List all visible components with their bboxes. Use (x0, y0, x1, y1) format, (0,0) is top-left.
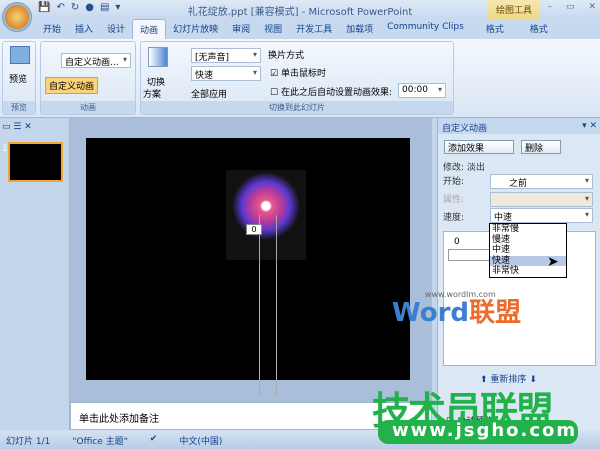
undo-icon[interactable]: ↶ (56, 2, 64, 17)
quick-access-toolbar: 💾 ↶ ↻ ● ▤ ▾ (38, 2, 120, 17)
pane-title: 自定义动画 ▾ ✕ (438, 118, 600, 134)
group-transition: 切换 方案 [无声音] 快速 全部应用 换片方式 ☑ 单击鼠标时 ☐ 在此之后自… (140, 41, 454, 115)
tab-design[interactable]: 设计 (100, 19, 132, 39)
advance-slide-title: 换片方式 (268, 51, 305, 61)
record-icon[interactable]: ● (85, 2, 94, 17)
context-tab-drawing-tools: 绘图工具 (488, 0, 540, 19)
on-click-label: 单击鼠标时 (280, 69, 326, 79)
motion-path (259, 215, 260, 397)
redo-icon[interactable]: ↻ (71, 2, 79, 17)
start-select[interactable]: 之前 (490, 174, 593, 189)
theme-indicator: "Office 主题" (72, 437, 128, 447)
ribbon-tabs: 开始 插入 设计 动画 幻灯片放映 审阅 视图 开发工具 加载项 Communi… (0, 19, 600, 39)
tab-format-drawing[interactable]: 格式 (479, 19, 511, 39)
speed-label: 速度: (443, 213, 465, 223)
speed-option[interactable]: 非常慢 (490, 224, 566, 235)
maximize-button[interactable]: ▭ (566, 2, 575, 12)
pane-close-icon[interactable]: ▾ ✕ (582, 121, 597, 131)
customize-icon[interactable]: ▾ (115, 2, 120, 17)
preview-icon (10, 46, 30, 64)
close-button[interactable]: ✕ (588, 2, 596, 12)
add-effect-button[interactable]: 添加效果 (444, 140, 514, 154)
speed-combo[interactable]: 快速 (191, 66, 261, 81)
slide-thumbnail[interactable] (8, 142, 63, 182)
tab-review[interactable]: 审阅 (225, 19, 257, 39)
group-animation: 自定义动画... 自定义动画 动画 (40, 41, 136, 115)
watermark-logo-text: 联盟 (469, 298, 522, 328)
time-spinner[interactable]: 00:00 (398, 83, 446, 98)
tab-view[interactable]: 视图 (257, 19, 289, 39)
list-item-number: 0 (454, 237, 460, 247)
tab-home[interactable]: 开始 (36, 19, 68, 39)
tab-format[interactable]: 格式 (523, 19, 555, 39)
speed-option[interactable]: 慢速 (490, 235, 566, 246)
watermark-url: www.jsgho.com (378, 420, 578, 444)
group-label: 动画 (41, 101, 135, 114)
tab-developer[interactable]: 开发工具 (289, 19, 339, 39)
sound-combo[interactable]: [无声音] (191, 48, 261, 63)
language-indicator: 中文(中国) (179, 437, 223, 447)
slide-number: 1 (2, 144, 8, 154)
custom-animation-button[interactable]: 自定义动画 (45, 77, 99, 94)
speed-select[interactable]: 中速 (490, 208, 593, 223)
transition-scheme-button-label[interactable]: 方案 (143, 87, 161, 100)
group-label: 预览 (3, 101, 35, 114)
tab-addins[interactable]: 加载项 (339, 19, 380, 39)
start-label: 开始: (443, 177, 465, 187)
save-icon[interactable]: 💾 (38, 2, 50, 17)
watermark-logo-text: Word (392, 298, 470, 328)
tab-slideshow[interactable]: 幻灯片放映 (166, 19, 225, 39)
pane-title-text: 自定义动画 (442, 124, 488, 134)
transition-scheme-icon (148, 47, 168, 67)
firework-image[interactable] (226, 170, 306, 260)
preview-button[interactable]: 预览 (9, 72, 27, 85)
tab-insert[interactable]: 插入 (68, 19, 100, 39)
list-item[interactable] (448, 249, 493, 261)
on-click-checkbox[interactable]: ☑ 单击鼠标时 (270, 66, 326, 79)
auto-after-checkbox[interactable]: ☐ 在此之后自动设置动画效果: (270, 85, 392, 98)
animation-tag: 0 (246, 224, 262, 235)
mouse-cursor-icon: ➤ (547, 254, 559, 270)
animate-combo[interactable]: 自定义动画... (61, 53, 131, 68)
remove-button[interactable]: 删除 (521, 140, 561, 154)
tab-community-clips[interactable]: Community Clips (380, 19, 471, 39)
ribbon: 预览 预览 自定义动画... 自定义动画 动画 切换 方案 [无声音] 快速 全… (0, 39, 600, 118)
motion-path (276, 215, 277, 397)
modify-label: 修改: 淡出 (443, 163, 485, 173)
minimize-button[interactable]: – (547, 2, 552, 12)
spellcheck-icon[interactable]: ✔ (150, 434, 158, 445)
slides-tab-icon[interactable]: ▭ ☰ ✕ (2, 122, 32, 132)
slides-pane: ▭ ☰ ✕ 1 (0, 118, 70, 430)
tab-animations[interactable]: 动画 (132, 19, 167, 39)
property-select (490, 192, 593, 207)
watermark-logo: Word联盟 (392, 292, 521, 329)
auto-after-label: 在此之后自动设置动画效果: (280, 88, 392, 98)
slide-indicator: 幻灯片 1/1 (6, 437, 51, 447)
group-label: 切换到此幻灯片 (141, 101, 453, 114)
title-bar: 礼花绽放.ppt [兼容模式] - Microsoft PowerPoint 💾… (0, 0, 600, 19)
apply-all-button[interactable]: 全部应用 (191, 87, 227, 100)
office-button[interactable] (2, 2, 32, 32)
group-preview: 预览 预览 (2, 41, 36, 115)
print-icon[interactable]: ▤ (100, 2, 109, 17)
property-label: 属性: (443, 195, 465, 205)
